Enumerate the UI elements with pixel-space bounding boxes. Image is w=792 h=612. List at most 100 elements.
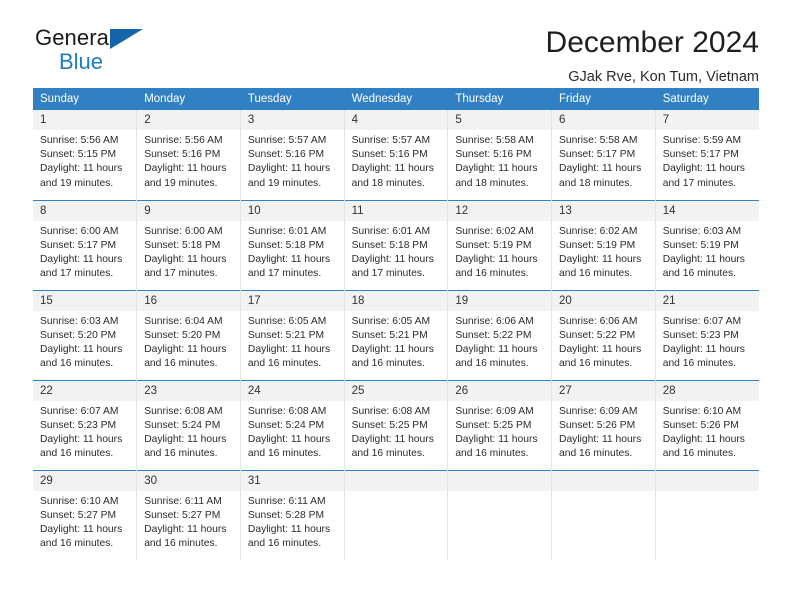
day-number: 8 [33,200,137,221]
calendar-day-cell[interactable]: 18 Sunrise: 6:05 AM Sunset: 5:21 PM Dayligh… [344,289,449,380]
sunrise-text: Sunrise: 6:07 AM [662,315,742,327]
calendar-day-cell[interactable]: 6 Sunrise: 5:58 AM Sunset: 5:17 PM Daylight… [551,110,656,200]
sunset-text: Sunset: 5:16 PM [351,149,428,161]
calendar-week-row: 1 Sunrise: 5:56 AM Sunset: 5:15 PM Daylight… [33,110,759,200]
day-details: Sunrise: 5:57 AM Sunset: 5:16 PM Daylight:… [345,130,448,191]
day-number: 30 [137,470,240,491]
day-number: 6 [552,110,655,130]
calendar-day-cell[interactable]: 9 Sunrise: 6:00 AM Sunset: 5:18 PM Daylight… [136,199,241,290]
calendar-day-cell[interactable]: 13 Sunrise: 6:02 AM Sunset: 5:19 PM Dayligh… [551,199,656,290]
daylight-text: Daylight: 11 hours and 16 minutes. [144,343,227,370]
day-details: Sunrise: 6:00 AM Sunset: 5:17 PM Daylight:… [33,221,136,282]
day-details: Sunrise: 5:56 AM Sunset: 5:16 PM Daylight:… [137,130,240,191]
calendar-day-cell[interactable]: 19 Sunrise: 6:06 AM Sunset: 5:22 PM Dayligh… [447,289,553,380]
calendar-day-cell[interactable]: 20 Sunrise: 6:06 AM Sunset: 5:22 PM Dayligh… [551,289,656,380]
sunset-text: Sunset: 5:19 PM [559,239,636,251]
calendar-day-cell[interactable]: 2 Sunrise: 5:56 AM Sunset: 5:16 PM Daylight… [136,110,241,200]
calendar-day-cell[interactable]: 24 Sunrise: 6:08 AM Sunset: 5:24 PM Dayligh… [240,379,345,470]
calendar-day-cell[interactable]: 23 Sunrise: 6:08 AM Sunset: 5:24 PM Dayligh… [136,379,241,470]
calendar-cell-empty [655,469,759,560]
day-details: Sunrise: 6:08 AM Sunset: 5:24 PM Daylight:… [137,401,240,462]
sunrise-text: Sunrise: 6:09 AM [455,405,534,417]
sunrise-text: Sunrise: 6:02 AM [455,225,534,237]
calendar-day-cell[interactable]: 1 Sunrise: 5:56 AM Sunset: 5:15 PM Daylight… [33,110,138,200]
day-details: Sunrise: 6:10 AM Sunset: 5:27 PM Daylight:… [33,491,136,552]
daylight-text: Daylight: 11 hours and 16 minutes. [247,433,331,460]
calendar-header-row: Sunday Monday Tuesday Wednesday Thursday… [33,88,759,110]
general-blue-logo[interactable]: General Blue [33,26,165,82]
sunrise-text: Sunrise: 6:07 AM [40,405,119,417]
daylight-text: Daylight: 11 hours and 16 minutes. [559,253,642,280]
day-number [344,470,448,491]
daylight-text: Daylight: 11 hours and 16 minutes. [455,253,538,280]
sunrise-text: Sunrise: 5:59 AM [662,135,742,146]
calendar-day-cell[interactable]: 21 Sunrise: 6:07 AM Sunset: 5:23 PM Dayligh… [655,289,759,380]
calendar-body: 1 Sunrise: 5:56 AM Sunset: 5:15 PM Daylight… [33,110,759,560]
sunset-text: Sunset: 5:15 PM [40,149,117,161]
location-subtitle: GJak Rve, Kon Tum, Vietnam [568,69,759,85]
sunrise-text: Sunrise: 6:00 AM [144,225,223,237]
day-number: 26 [448,380,552,401]
day-details: Sunrise: 6:01 AM Sunset: 5:18 PM Daylight:… [241,221,344,282]
calendar-day-cell[interactable]: 17 Sunrise: 6:05 AM Sunset: 5:21 PM Dayligh… [240,289,345,380]
weekday-header-wednesday: Wednesday [344,88,449,110]
day-number [448,470,552,491]
page-header: General Blue December 2024 GJak Rve, Kon… [33,0,759,88]
calendar-cell-empty [551,469,656,560]
daylight-text: Daylight: 11 hours and 16 minutes. [144,433,227,460]
calendar-day-cell[interactable]: 22 Sunrise: 6:07 AM Sunset: 5:23 PM Dayligh… [33,379,138,470]
day-number: 24 [240,380,344,401]
day-details: Sunrise: 6:02 AM Sunset: 5:19 PM Daylight:… [448,221,551,282]
daylight-text: Daylight: 11 hours and 16 minutes. [40,433,123,460]
sunrise-text: Sunrise: 5:56 AM [144,135,223,146]
title-block: December 2024 GJak Rve, Kon Tum, Vietnam [546,26,759,87]
weekday-header-tuesday: Tuesday [240,88,345,110]
daylight-text: Daylight: 11 hours and 16 minutes. [662,253,745,280]
sunset-text: Sunset: 5:23 PM [662,329,739,341]
day-details: Sunrise: 6:02 AM Sunset: 5:19 PM Daylight:… [552,221,655,282]
calendar-day-cell[interactable]: 16 Sunrise: 6:04 AM Sunset: 5:20 PM Dayligh… [136,289,241,380]
day-number: 5 [448,110,552,130]
sunrise-text: Sunrise: 5:57 AM [351,135,431,146]
day-number: 3 [240,110,344,130]
calendar-day-cell[interactable]: 28 Sunrise: 6:10 AM Sunset: 5:26 PM Dayligh… [655,379,759,470]
calendar-week-row: 22 Sunrise: 6:07 AM Sunset: 5:23 PM Dayligh… [33,379,759,470]
calendar-day-cell[interactable]: 26 Sunrise: 6:09 AM Sunset: 5:25 PM Dayligh… [447,379,553,470]
daylight-text: Daylight: 11 hours and 19 minutes. [144,163,227,189]
day-number: 15 [33,290,137,311]
calendar-day-cell[interactable]: 3 Sunrise: 5:57 AM Sunset: 5:16 PM Daylight… [240,110,345,200]
day-number: 28 [655,380,759,401]
calendar-day-cell[interactable]: 8 Sunrise: 6:00 AM Sunset: 5:17 PM Daylight… [33,199,138,290]
calendar-day-cell[interactable]: 10 Sunrise: 6:01 AM Sunset: 5:18 PM Dayligh… [240,199,345,290]
logo-text-blue: Blue [59,49,104,74]
sunrise-text: Sunrise: 5:57 AM [247,135,327,146]
daylight-text: Daylight: 11 hours and 16 minutes. [144,523,227,550]
calendar-day-cell[interactable]: 29 Sunrise: 6:10 AM Sunset: 5:27 PM Dayligh… [33,469,138,560]
day-number: 16 [137,290,240,311]
calendar-day-cell[interactable]: 12 Sunrise: 6:02 AM Sunset: 5:19 PM Dayligh… [447,199,553,290]
daylight-text: Daylight: 11 hours and 19 minutes. [247,163,331,189]
day-details: Sunrise: 6:07 AM Sunset: 5:23 PM Daylight:… [656,311,759,372]
calendar-day-cell[interactable]: 15 Sunrise: 6:03 AM Sunset: 5:20 PM Dayligh… [33,289,138,380]
daylight-text: Daylight: 11 hours and 17 minutes. [351,253,434,280]
calendar-day-cell[interactable]: 31 Sunrise: 6:11 AM Sunset: 5:28 PM Dayligh… [240,469,345,560]
day-number: 21 [655,290,759,311]
calendar-day-cell[interactable]: 30 Sunrise: 6:11 AM Sunset: 5:27 PM Dayligh… [136,469,241,560]
sunrise-text: Sunrise: 6:03 AM [662,225,742,237]
sunrise-text: Sunrise: 6:10 AM [40,495,119,507]
sunset-text: Sunset: 5:27 PM [40,509,117,521]
sunrise-text: Sunrise: 6:01 AM [247,225,327,237]
calendar-day-cell[interactable]: 11 Sunrise: 6:01 AM Sunset: 5:18 PM Dayligh… [344,199,449,290]
day-details: Sunrise: 6:00 AM Sunset: 5:18 PM Daylight:… [137,221,240,282]
calendar-day-cell[interactable]: 14 Sunrise: 6:03 AM Sunset: 5:19 PM Dayligh… [655,199,759,290]
calendar-day-cell[interactable]: 7 Sunrise: 5:59 AM Sunset: 5:17 PM Daylight… [655,110,759,200]
calendar-day-cell[interactable]: 5 Sunrise: 5:58 AM Sunset: 5:16 PM Daylight… [447,110,553,200]
calendar-day-cell[interactable]: 25 Sunrise: 6:08 AM Sunset: 5:25 PM Dayligh… [344,379,449,470]
daylight-text: Daylight: 11 hours and 17 minutes. [662,163,745,189]
calendar-day-cell[interactable]: 27 Sunrise: 6:09 AM Sunset: 5:26 PM Dayligh… [551,379,656,470]
day-number: 13 [552,200,655,221]
sunset-text: Sunset: 5:16 PM [247,149,325,161]
calendar-day-cell[interactable]: 4 Sunrise: 5:57 AM Sunset: 5:16 PM Daylight… [344,110,449,200]
sunset-text: Sunset: 5:20 PM [144,329,221,341]
daylight-text: Daylight: 11 hours and 16 minutes. [455,343,538,370]
